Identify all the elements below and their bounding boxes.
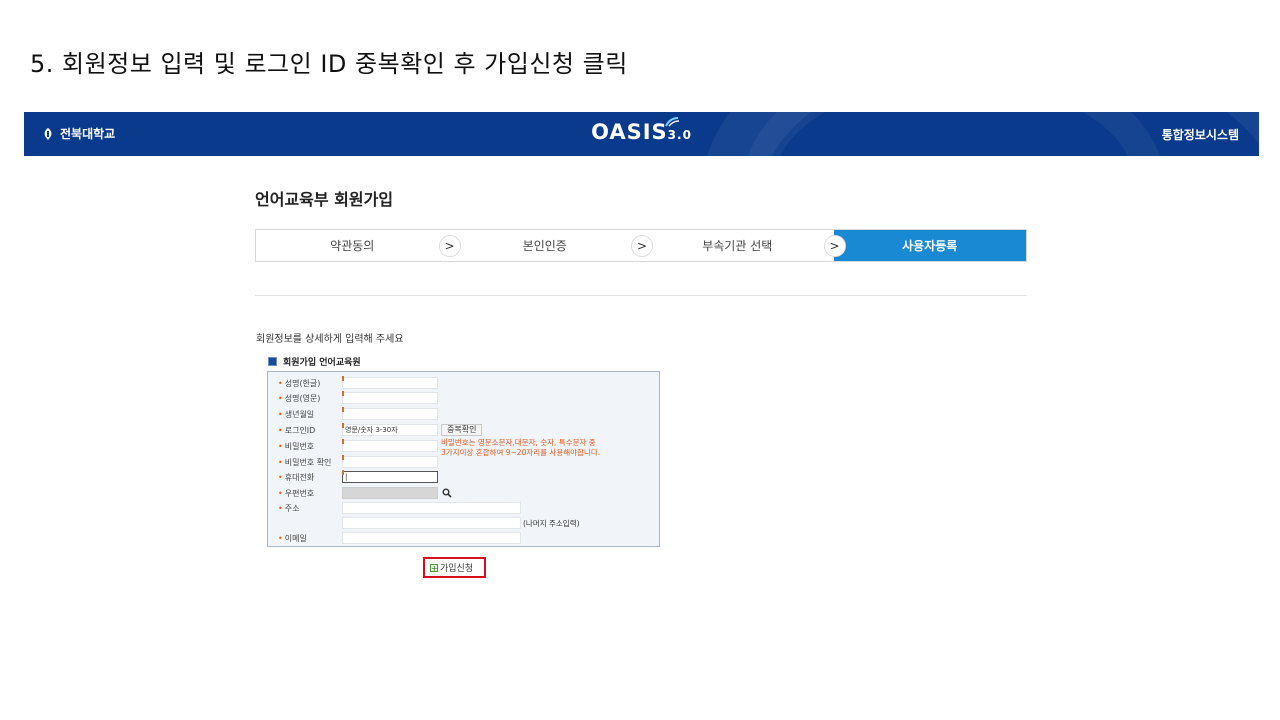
label-password-confirm: • 비밀번호 확인	[278, 458, 332, 467]
label-email: • 이메일	[278, 534, 307, 543]
chevron-right-icon: >	[438, 235, 461, 257]
page-heading: 언어교육부 회원가입	[255, 190, 394, 209]
signup-form: • 성명(한글) • 성명(영문) • 생년월일 • 로그인ID 영문/숫자 3-30자…	[267, 371, 660, 547]
password-confirm-input[interactable]	[342, 455, 438, 468]
address-detail-note: (나머지 주소입력)	[523, 519, 580, 528]
divider	[255, 295, 1027, 296]
instructions-text: 회원정보를 상세하게 입력해 주세요	[256, 334, 404, 345]
label-postcode: • 우편번호	[278, 489, 315, 498]
search-icon[interactable]	[442, 488, 452, 498]
oasis-logo[interactable]: OASIS3.0	[24, 117, 1259, 144]
brand-name: OASIS	[591, 120, 668, 144]
postcode-input[interactable]	[342, 487, 438, 499]
submit-highlight-box: + 가입신청	[423, 557, 486, 578]
name-kr-input[interactable]	[342, 376, 438, 389]
name-en-input[interactable]	[342, 391, 438, 404]
label-mobile: • 휴대전화	[278, 473, 315, 482]
slide-title: 5. 회원정보 입력 및 로그인 ID 중복확인 후 가입신청 클릭	[30, 50, 628, 78]
mobile-input[interactable]: |	[342, 470, 438, 483]
label-name-en: • 성명(영문)	[278, 394, 321, 403]
email-input[interactable]	[342, 532, 521, 544]
step-institution-select: 부속기관 선택 >	[641, 230, 846, 261]
leaf-icon	[665, 117, 680, 127]
bullet-square-icon	[268, 357, 277, 366]
brand-version: 3.0	[667, 128, 692, 142]
step-label: 부속기관 선택	[702, 239, 773, 253]
chevron-right-icon: >	[823, 235, 846, 257]
signup-steps: 약관동의 > 본인인증 > 부속기관 선택 > 사용자등록	[255, 229, 1027, 262]
label-password: • 비밀번호	[278, 442, 315, 451]
birth-input[interactable]	[342, 407, 438, 420]
apply-signup-button[interactable]: + 가입신청	[430, 561, 474, 574]
system-name-link[interactable]: 통합정보시스템	[1162, 126, 1239, 143]
step-label: 본인인증	[522, 239, 567, 253]
duplicate-check-button[interactable]: 중복확인	[441, 424, 483, 436]
step-terms: 약관동의 >	[256, 230, 461, 261]
top-header-bar: 전북대학교 OASIS3.0 통합정보시스템	[24, 112, 1259, 156]
form-title: 회원가입 언어교육원	[268, 355, 361, 368]
step-label: 약관동의	[330, 239, 375, 253]
label-birth: • 생년월일	[278, 410, 315, 419]
step-verification: 본인인증 >	[449, 230, 653, 261]
step-user-registration: 사용자등록	[833, 230, 1026, 261]
password-rule-note: 비밀번호는 영문소문자,대문자, 숫자, 특수문자 중 3가지이상 혼합하여 9…	[441, 438, 601, 457]
label-name-kr: • 성명(한글)	[278, 379, 321, 388]
chevron-right-icon: >	[631, 235, 653, 257]
login-id-input[interactable]: 영문/숫자 3-30자	[342, 423, 438, 436]
apply-signup-label: 가입신청	[440, 564, 474, 574]
address-detail-input[interactable]	[342, 517, 521, 529]
step-label: 사용자등록	[902, 239, 958, 253]
label-address: • 주소	[278, 504, 300, 513]
password-input[interactable]	[342, 439, 438, 452]
address-input[interactable]	[342, 502, 521, 514]
plus-icon: +	[430, 563, 438, 573]
form-title-text: 회원가입 언어교육원	[283, 358, 361, 368]
label-login-id: • 로그인ID	[278, 426, 316, 435]
